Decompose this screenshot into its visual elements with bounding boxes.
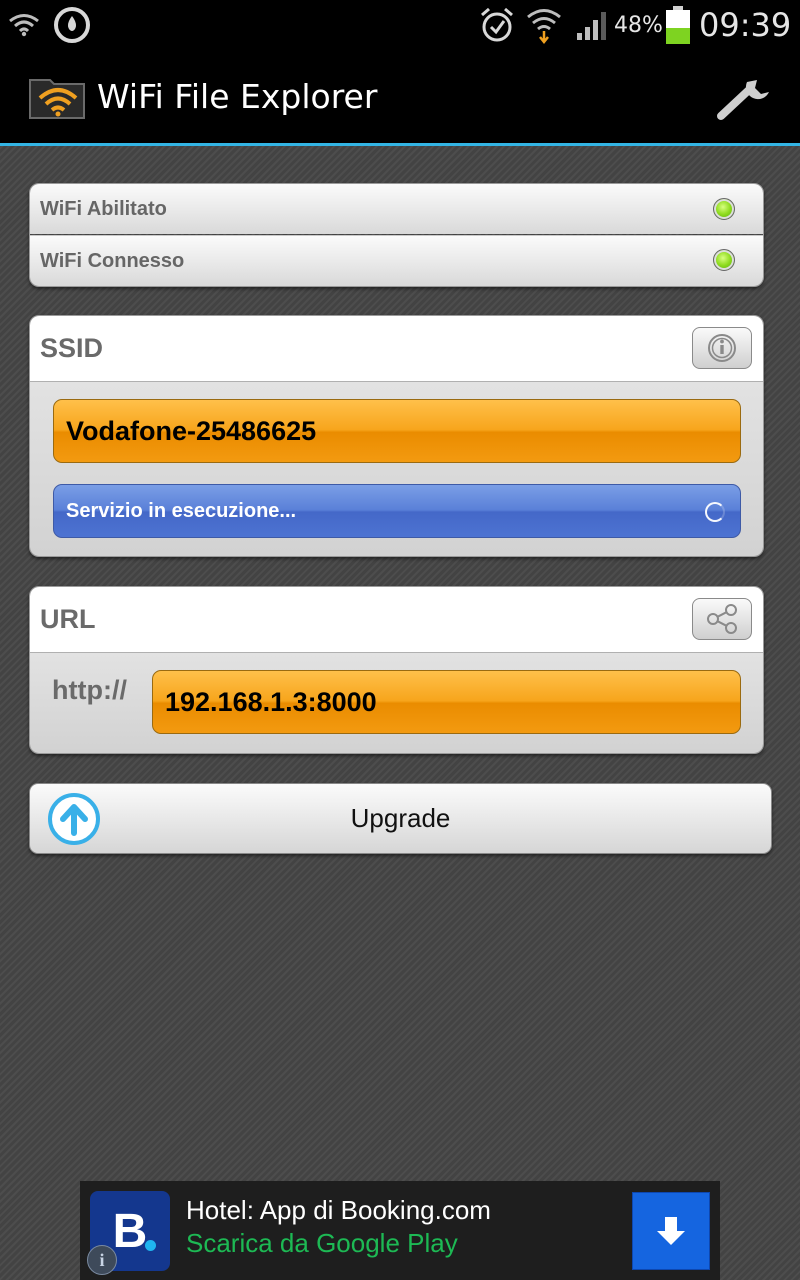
- share-icon: [707, 604, 737, 634]
- url-prefix: http://: [52, 674, 127, 705]
- service-status-bar: Servizio in esecuzione...: [53, 484, 741, 538]
- upgrade-label: Upgrade: [350, 803, 451, 833]
- wrench-settings-icon[interactable]: [715, 72, 773, 126]
- timer-icon: [52, 0, 92, 50]
- wifi-enabled-indicator-icon: [713, 198, 735, 220]
- ad-banner[interactable]: B Hotel: App di Booking.com Scarica da G…: [80, 1181, 720, 1280]
- signal-icon: [575, 0, 609, 50]
- ad-subtitle: Scarica da Google Play: [186, 1228, 458, 1258]
- ssid-info-button[interactable]: [692, 327, 752, 369]
- share-button[interactable]: [692, 598, 752, 640]
- loading-spinner-icon: [705, 502, 725, 522]
- wifi-enabled-row: WiFi Abilitato: [30, 184, 763, 234]
- battery-icon: [665, 0, 691, 50]
- ssid-value: Vodafone-25486625: [66, 415, 317, 446]
- clock: 09:39: [699, 6, 792, 44]
- ssid-card: SSID Vodafone-25486625 Servizio in esecu…: [29, 315, 764, 557]
- info-icon: [708, 334, 736, 362]
- url-header: URL: [30, 587, 763, 653]
- ssid-body: Vodafone-25486625 Servizio in esecuzione…: [30, 382, 763, 556]
- app-title: WiFi File Explorer: [97, 77, 378, 116]
- accent-divider: [0, 143, 800, 146]
- wifi-download-icon: [526, 0, 562, 50]
- service-status-text: Servizio in esecuzione...: [66, 499, 297, 522]
- ad-download-button[interactable]: [632, 1192, 710, 1270]
- url-field[interactable]: 192.168.1.3:8000: [152, 670, 741, 734]
- ssid-field: Vodafone-25486625: [53, 399, 741, 463]
- wifi-enabled-label: WiFi Abilitato: [40, 197, 167, 220]
- url-card: URL http:// 192.168.1.3:8000: [29, 586, 764, 754]
- wifi-icon: [8, 0, 40, 50]
- url-label: URL: [40, 604, 96, 634]
- wifi-status-card: WiFi Abilitato WiFi Connesso: [29, 183, 764, 287]
- ssid-header: SSID: [30, 316, 763, 382]
- wifi-connected-label: WiFi Connesso: [40, 249, 185, 272]
- booking-logo-dot: [145, 1240, 156, 1251]
- ad-info-icon[interactable]: i: [87, 1245, 117, 1275]
- wifi-connected-indicator-icon: [713, 249, 735, 271]
- wifi-connected-row: WiFi Connesso: [30, 235, 763, 286]
- url-body: http:// 192.168.1.3:8000: [30, 653, 763, 753]
- action-bar: WiFi File Explorer: [0, 50, 800, 143]
- download-arrow-icon: [657, 1217, 685, 1245]
- status-bar: 48% 09:39: [0, 0, 800, 50]
- ad-title: Hotel: App di Booking.com: [186, 1195, 491, 1225]
- url-value: 192.168.1.3:8000: [165, 686, 377, 717]
- ssid-label: SSID: [40, 333, 104, 363]
- upgrade-button[interactable]: Upgrade: [29, 783, 772, 854]
- battery-percent: 48%: [614, 12, 663, 38]
- app-logo-icon: [26, 72, 90, 126]
- alarm-icon: [478, 0, 516, 50]
- booking-logo-letter: B: [112, 1204, 148, 1258]
